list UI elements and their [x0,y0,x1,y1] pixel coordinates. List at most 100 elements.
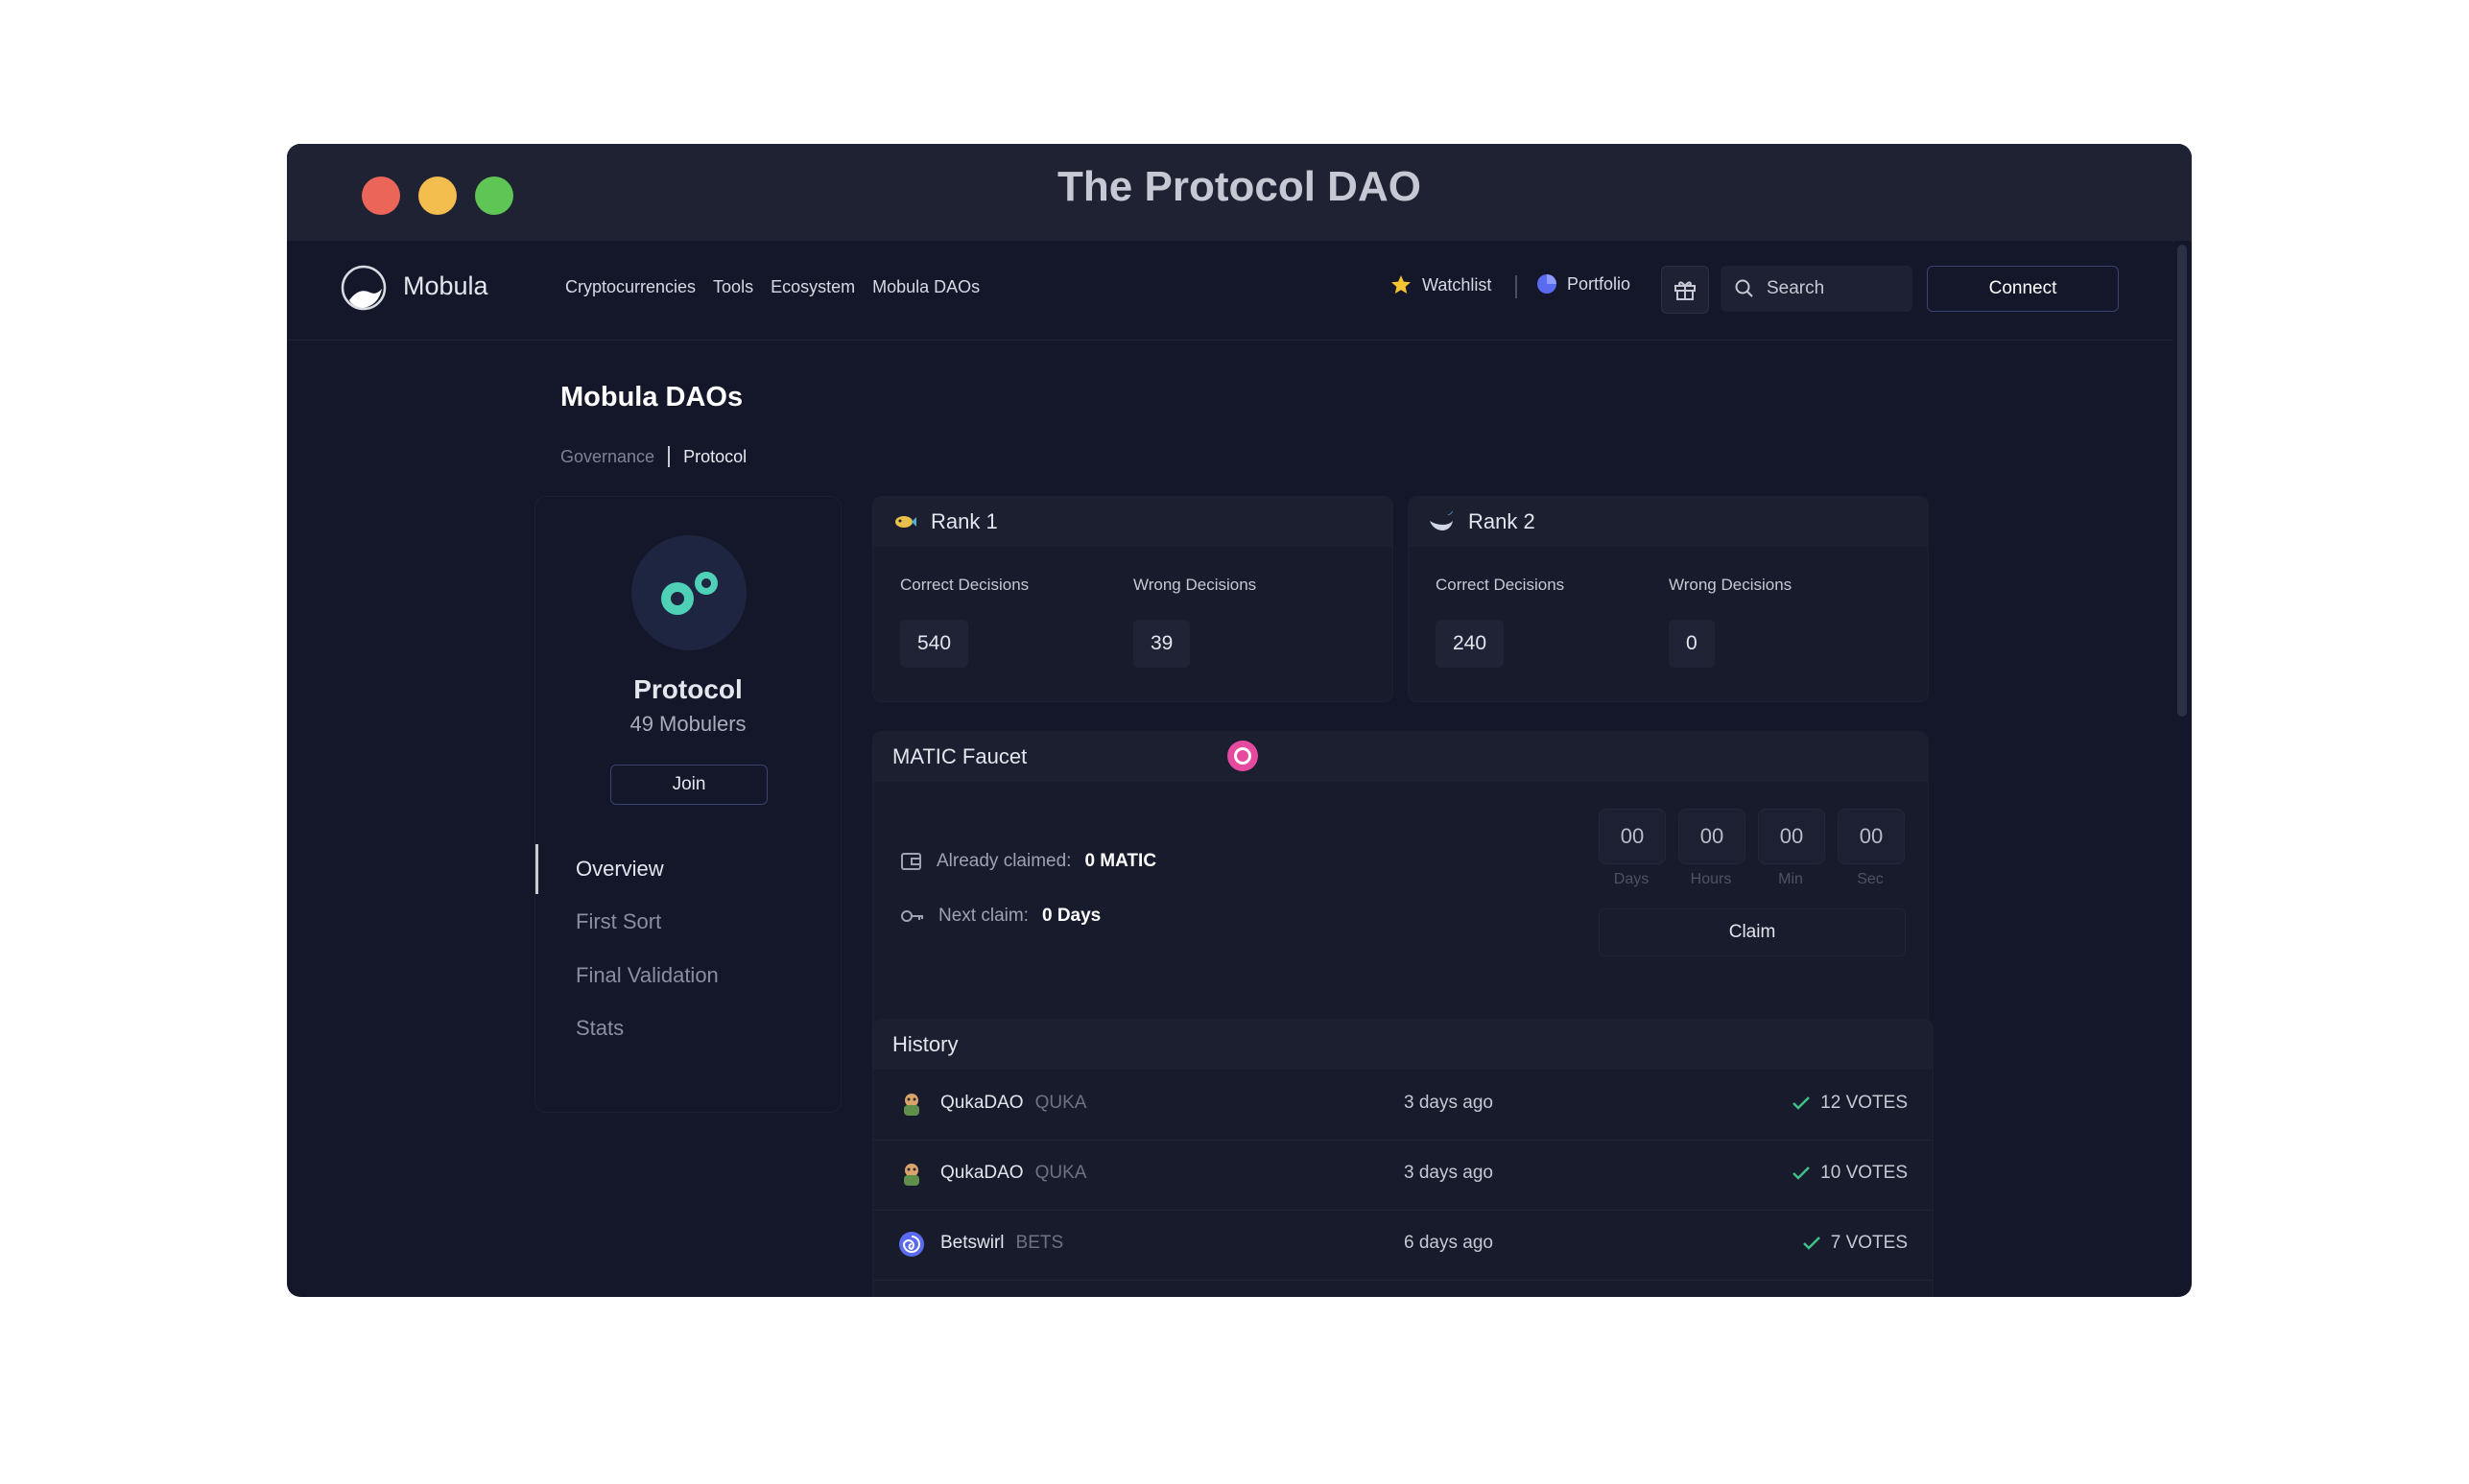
qukadao-token-icon [904,1094,919,1116]
portfolio-label: Portfolio [1567,273,1631,294]
gift-icon [1674,281,1696,300]
rank-1-correct-label: Correct Decisions [900,576,1030,594]
countdown-minutes-label: Min [1778,871,1803,887]
breadcrumb: Governance Protocol [560,446,747,467]
history-row-name: Betswirl [940,1233,1005,1253]
rank-2-correct-label: Correct Decisions [1436,576,1565,594]
brand-name[interactable]: Mobula [403,271,488,301]
rank-2-header: Rank 2 [1409,497,1928,547]
history-row[interactable]: QukaDAO QUKA 3 days ago 12 VOTES [873,1070,1933,1141]
join-button[interactable]: Join [610,765,768,805]
dao-members-count: 49 Mobulers [629,712,747,736]
rank-1-title: Rank 1 [931,509,998,533]
search-icon [1735,279,1753,297]
star-icon [1391,275,1411,294]
app-window: The Protocol DAO Mobula Cryptocurrencies… [287,144,2192,1297]
breadcrumb-protocol[interactable]: Protocol [683,447,747,467]
nav-divider [1515,275,1517,298]
countdown-hours-label: Hours [1690,871,1732,887]
faucet-title: MATIC Faucet [892,744,1028,768]
watchlist-label: Watchlist [1422,274,1492,294]
history-row-name: QukaDAO [940,1093,1024,1113]
betswirl-token-icon [899,1232,924,1257]
history-row-votes: 7 VOTES [1802,1233,1908,1254]
rank-1-header: Rank 1 [873,497,1392,547]
scrollbar-thumb[interactable] [2177,245,2187,717]
menu-item-stats[interactable]: Stats [576,1016,624,1041]
cursor-indicator [1227,741,1258,771]
check-icon [1792,1096,1811,1110]
rank-2-wrong-value: 0 [1669,620,1715,668]
nav-links: Cryptocurrencies Tools Ecosystem Mobula … [565,277,980,297]
history-title: History [892,1032,959,1056]
history-row-votes: 12 VOTES [1792,1093,1908,1114]
rank-1-wrong-label: Wrong Decisions [1133,576,1257,594]
next-claim-row: Next claim: 0 Days [900,906,1101,927]
gears-icon [661,572,718,615]
history-row-votes-text: 7 VOTES [1830,1233,1908,1253]
history-row-votes: 10 VOTES [1792,1163,1908,1184]
breadcrumb-separator [668,446,671,467]
gift-button[interactable] [1661,266,1709,314]
next-claim-value: 0 Days [1041,906,1102,926]
scrollbar[interactable] [2173,241,2191,1297]
history-row-symbol: QUKA [1034,1093,1087,1113]
portfolio-link[interactable]: Portfolio [1536,273,1630,294]
history-row-time: 6 days ago [1404,1233,1493,1253]
rank-2-card: Rank 2 Correct Decisions Wrong Decisions… [1408,496,1929,702]
rank-1-card: Rank 1 Correct Decisions Wrong Decisions… [872,496,1393,702]
countdown-days: 00 [1599,809,1666,864]
cursor-center [1237,750,1248,762]
mobula-logo-icon[interactable] [340,264,388,312]
menu-item-overview[interactable]: Overview [576,857,664,882]
check-icon [1792,1166,1811,1180]
already-claimed-row: Already claimed: 0 MATIC [900,851,1156,872]
top-navbar: Mobula Cryptocurrencies Tools Ecosystem … [287,241,2172,341]
menu-item-first-sort[interactable]: First Sort [576,909,661,934]
active-menu-indicator [535,844,538,894]
nav-link-tools[interactable]: Tools [713,277,753,297]
claimed-value: 0 MATIC [1084,851,1157,871]
portfolio-pie-icon [1537,274,1556,294]
countdown-seconds: 00 [1838,809,1905,864]
check-icon [1802,1237,1820,1250]
qukadao-token-icon [904,1164,919,1186]
history-header: History [873,1020,1933,1070]
nav-link-cryptocurrencies[interactable]: Cryptocurrencies [565,277,696,297]
claim-button[interactable]: Claim [1599,908,1906,956]
history-row-name: QukaDAO [940,1163,1024,1183]
dao-profile-sidebar: Protocol 49 Mobulers Join Overview First… [534,496,842,1113]
rank-2-title: Rank 2 [1468,509,1535,533]
history-row-time: 3 days ago [1404,1093,1493,1113]
history-card: History QukaDAO QUKA 3 days ago 12 VOTES [872,1019,1934,1297]
nav-link-mobula-daos[interactable]: Mobula DAOs [872,277,980,297]
key-icon [901,910,923,922]
menu-item-final-validation[interactable]: Final Validation [576,963,719,988]
claimed-label: Already claimed: [937,851,1072,871]
fish-icon [895,516,916,528]
title-bar: The Protocol DAO [287,144,2192,242]
window-title: The Protocol DAO [1057,163,1421,210]
connect-button[interactable]: Connect [1927,266,2119,312]
rank-2-correct-value: 240 [1436,620,1505,668]
nav-link-ecosystem[interactable]: Ecosystem [771,277,855,297]
history-row-symbol: BETS [1015,1233,1064,1253]
wallet-icon [901,853,921,870]
search-placeholder: Search [1767,278,1825,298]
countdown-minutes: 00 [1758,809,1825,864]
search-input[interactable]: Search [1721,266,1912,312]
countdown-hours: 00 [1678,809,1745,864]
rank-1-wrong-value: 39 [1133,620,1191,668]
rank-1-correct-value: 540 [900,620,969,668]
countdown-seconds-label: Sec [1857,871,1884,887]
history-row-symbol: QUKA [1034,1163,1087,1183]
history-row-votes-text: 10 VOTES [1820,1163,1908,1183]
history-row[interactable]: Betswirl BETS 6 days ago 7 VOTES [873,1210,1933,1281]
dao-name: Protocol [633,674,743,704]
faucet-header: MATIC Faucet [873,732,1928,782]
breadcrumb-governance[interactable]: Governance [560,447,654,467]
watchlist-link[interactable]: Watchlist [1389,273,1491,296]
countdown-days-label: Days [1613,871,1650,887]
page-title: Mobula DAOs [560,382,744,412]
history-row[interactable]: QukaDAO QUKA 3 days ago 10 VOTES [873,1140,1933,1211]
